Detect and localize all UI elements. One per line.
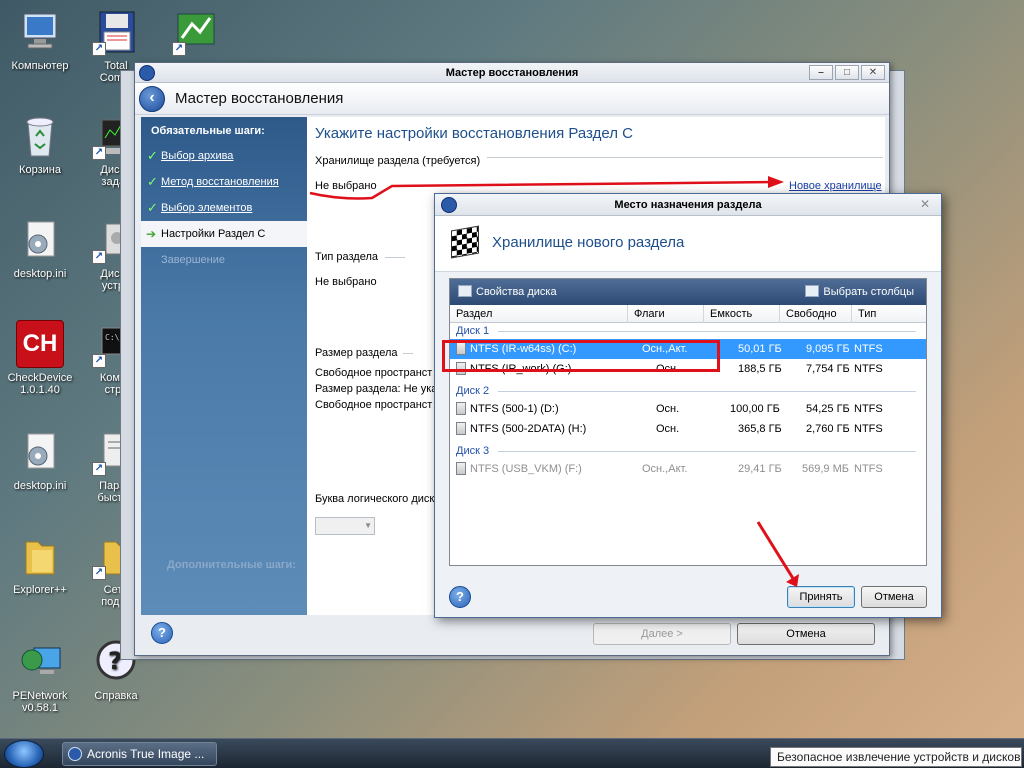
tray-tooltip: Безопасное извлечение устройств и дисков <box>770 747 1022 767</box>
taskbar-item-acronis[interactable]: Acronis True Image ... <box>62 742 217 766</box>
acronis-app-icon <box>68 747 82 761</box>
start-button[interactable] <box>4 740 44 768</box>
annotation-arrow-accept <box>756 521 799 587</box>
taskbar-item-label: Acronis True Image ... <box>87 747 205 761</box>
